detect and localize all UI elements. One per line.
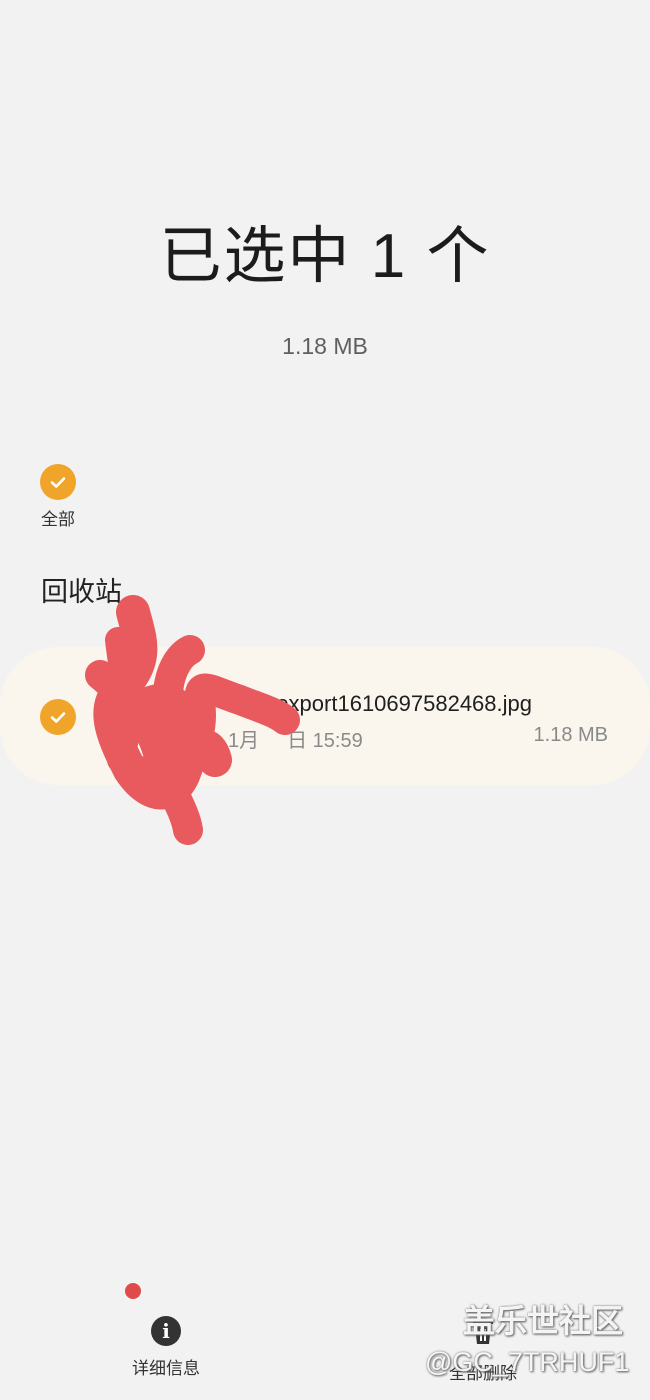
details-button[interactable]: i 详细信息 (106, 1316, 226, 1379)
selected-size: 1.18 MB (282, 333, 368, 359)
select-all-toggle[interactable]: 全部 (38, 464, 78, 530)
file-name: mexport1610697582468.jpg (258, 691, 533, 716)
watermark-brand: 盖乐世社区 (463, 1303, 624, 1339)
file-checkbox[interactable] (40, 699, 76, 735)
page-title: 已选中 1 个 (159, 222, 491, 291)
section-title: 回收站 (41, 577, 122, 607)
checkmark-icon (50, 477, 66, 488)
file-list-item[interactable]: mexport1610697582468.jpg 1月 日 15:59 1.18 … (0, 647, 650, 785)
file-thumbnail (98, 671, 208, 761)
watermark-user: @GC_7TRHUF1 (425, 1347, 630, 1377)
info-icon: i (151, 1316, 181, 1346)
select-all-label: 全部 (41, 510, 75, 529)
select-all-checkbox[interactable] (40, 464, 76, 500)
file-date: 1月 日 15:59 (228, 724, 363, 753)
file-size: 1.18 MB (533, 724, 608, 746)
file-date-time: 日 15:59 (287, 730, 363, 752)
notification-dot (125, 1283, 141, 1299)
file-date-month: 1月 (228, 730, 260, 752)
checkmark-icon (50, 712, 66, 723)
details-label: 详细信息 (132, 1359, 200, 1378)
